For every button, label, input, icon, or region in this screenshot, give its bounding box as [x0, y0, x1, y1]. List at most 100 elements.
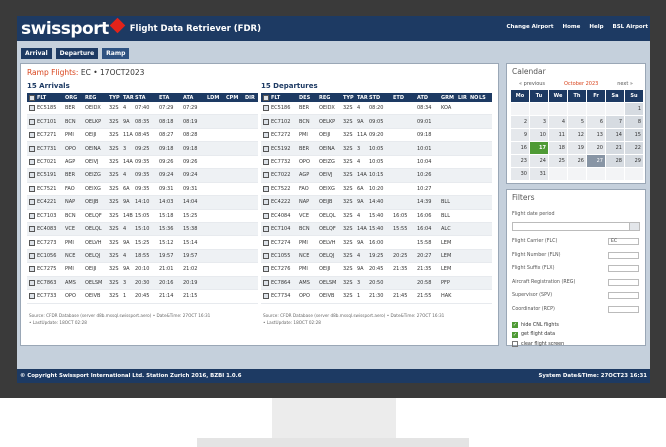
filter-input[interactable]: [608, 278, 639, 286]
nav-help[interactable]: Help: [589, 24, 603, 30]
arrival-row[interactable]: EC7273 PMI OELVH 32S 9A 15:25 15:12 15:14: [27, 236, 258, 250]
departure-plane-icon[interactable]: [263, 239, 269, 246]
nav-change-airport[interactable]: Change Airport: [506, 24, 553, 30]
departure-col-ls[interactable]: LS: [479, 95, 488, 101]
nav-airport[interactable]: BSL Airport: [613, 24, 648, 30]
arrival-row[interactable]: EC7021 AGP OEIVJ 32S 14A 09:35 09:26 09:26: [27, 156, 258, 170]
calendar-day[interactable]: 29: [625, 155, 643, 167]
departure-plane-icon[interactable]: [263, 226, 269, 233]
calendar-icon[interactable]: [629, 223, 639, 230]
filter-input[interactable]: [608, 251, 639, 259]
arrival-row[interactable]: EC7271 PMI OEIJI 32S 11A 08:45 08:27 08:28: [27, 129, 258, 143]
departure-plane-icon[interactable]: [263, 212, 269, 219]
calendar-day[interactable]: 22: [625, 142, 643, 154]
calendar-day[interactable]: 12: [568, 129, 586, 141]
filter-checkbox[interactable]: ✓ hide CNL flights: [512, 322, 559, 328]
departure-row[interactable]: EC7274 PMI OELVH 32S 9A 16:00 15:58 LEM: [261, 236, 492, 250]
departure-row[interactable]: EC4222 NAP OEIJB 32S 9A 14:40 14:39 BLL: [261, 196, 492, 210]
arrival-col-cpm[interactable]: CPM: [226, 95, 245, 101]
departure-col-typ[interactable]: TYP: [343, 95, 357, 101]
calendar-day[interactable]: 27: [587, 155, 605, 167]
calendar-day[interactable]: 5: [568, 116, 586, 128]
calendar-day[interactable]: 10: [530, 129, 548, 141]
arrival-plane-icon[interactable]: [29, 172, 35, 179]
departure-col-des[interactable]: DES: [299, 95, 319, 101]
calendar-day[interactable]: 18: [549, 142, 567, 154]
tab-ramp[interactable]: Ramp: [102, 48, 130, 59]
arrival-row[interactable]: EC7101 BCN OELKP 32S 9A 08:35 08:18 08:19: [27, 115, 258, 129]
arrival-col-sta[interactable]: STA: [135, 95, 159, 101]
departure-plane-icon[interactable]: [263, 172, 269, 179]
departure-col-etd[interactable]: ETD: [393, 95, 417, 101]
calendar-day[interactable]: 3: [530, 116, 548, 128]
calendar-day[interactable]: 11: [549, 129, 567, 141]
departure-col-tar[interactable]: TAR: [357, 95, 369, 101]
calendar-day[interactable]: 16: [511, 142, 529, 154]
calendar-day[interactable]: 8: [625, 116, 643, 128]
calendar-day[interactable]: 23: [511, 155, 529, 167]
departure-col-lir[interactable]: LIR: [458, 95, 470, 101]
arrival-plane-icon[interactable]: [29, 266, 35, 273]
departure-row[interactable]: EC5192 BER OEINA 32S 3 10:05 10:01: [261, 142, 492, 156]
departure-col-atd[interactable]: ATD: [417, 95, 441, 101]
nav-home[interactable]: Home: [563, 24, 581, 30]
departure-plane-icon[interactable]: [263, 185, 269, 192]
filter-checkbox[interactable]: clear flight screen: [512, 341, 564, 347]
arrival-plane-icon[interactable]: [29, 145, 35, 152]
arrival-row[interactable]: EC7863 AMS OELSM 32S 3 20:30 20:16 20:19: [27, 276, 258, 291]
calendar-day[interactable]: 17: [530, 142, 548, 154]
arrival-col-org[interactable]: ORG: [65, 95, 85, 101]
filter-input[interactable]: EC: [608, 238, 639, 245]
departure-row[interactable]: EC7272 PMI OEIJI 32S 11A 09:20 09:18: [261, 129, 492, 143]
calendar-day[interactable]: 13: [587, 129, 605, 141]
calendar-day[interactable]: 14: [606, 129, 624, 141]
calendar-day[interactable]: 6: [587, 116, 605, 128]
arrival-plane-icon[interactable]: [29, 239, 35, 246]
departure-plane-icon[interactable]: [263, 158, 269, 165]
arrival-plane-icon[interactable]: [29, 212, 35, 219]
arrival-col-tar[interactable]: TAR: [123, 95, 135, 101]
arrival-col-ldm[interactable]: LDM: [207, 95, 226, 101]
arrival-plane-icon[interactable]: [29, 118, 35, 125]
arrival-row[interactable]: EC4083 VCE OELQL 32S 4 15:10 15:36 15:38: [27, 222, 258, 237]
calendar-day[interactable]: 19: [568, 142, 586, 154]
arrival-row[interactable]: EC7731 OPO OEINA 32S 3 09:25 09:18 09:18: [27, 142, 258, 156]
arrival-plane-icon[interactable]: [29, 226, 35, 233]
departure-plane-icon[interactable]: [263, 253, 269, 260]
calendar-day[interactable]: 31: [530, 168, 548, 180]
departure-plane-icon[interactable]: [263, 279, 269, 286]
checkbox-icon[interactable]: ✓: [512, 322, 518, 328]
arrival-row[interactable]: EC5191 BER OEIZG 32S 4 09:35 09:24 09:24: [27, 169, 258, 183]
arrival-plane-icon[interactable]: [29, 132, 35, 139]
departure-col-no[interactable]: NO: [470, 95, 479, 101]
calendar-day[interactable]: 9: [511, 129, 529, 141]
calendar-day[interactable]: 2: [511, 116, 529, 128]
arrival-col-typ[interactable]: TYP: [109, 95, 123, 101]
calendar-day[interactable]: 26: [568, 155, 586, 167]
departure-row[interactable]: EC7734 OPO OEIVB 32S 1 21:30 21:45 21:55 HAK: [261, 290, 492, 304]
arrival-plane-icon[interactable]: [29, 279, 35, 286]
arrival-plane-icon[interactable]: [29, 105, 35, 112]
departure-row[interactable]: EC7732 OPO OEIZG 32S 4 10:05 10:04: [261, 156, 492, 170]
calendar-day[interactable]: 28: [606, 155, 624, 167]
calendar-prev[interactable]: « previous: [519, 81, 545, 87]
checkbox-icon[interactable]: ✓: [512, 331, 518, 338]
departure-row[interactable]: EC4084 VCE OELQL 32S 4 15:40 16:05 16:06 BLL: [261, 210, 492, 223]
departure-plane-icon[interactable]: [263, 199, 269, 206]
arrival-row[interactable]: EC1056 NCE OELQJ 32S 4 18:55 19:57 19:57: [27, 249, 258, 264]
filter-input[interactable]: [608, 305, 639, 313]
arrival-col-eta[interactable]: ETA: [159, 95, 183, 101]
departure-col-std[interactable]: STD: [369, 95, 393, 101]
arrival-plane-icon[interactable]: [29, 253, 35, 260]
calendar-day[interactable]: 1: [625, 103, 643, 115]
departure-plane-icon[interactable]: [263, 293, 269, 300]
arrival-col-dir[interactable]: DIR: [245, 95, 260, 101]
calendar-day[interactable]: 20: [587, 142, 605, 154]
departure-row[interactable]: EC7522 FAO OEIXG 32S 6A 10:20 10:27: [261, 183, 492, 197]
calendar-day[interactable]: 15: [625, 129, 643, 141]
date-range-input[interactable]: [512, 222, 640, 231]
arrival-row[interactable]: EC7103 BCN OELQF 32S 14B 15:05 15:18 15:25: [27, 210, 258, 223]
arrival-row[interactable]: EC7733 OPO OEIVB 32S 1 20:45 21:14 21:15: [27, 290, 258, 304]
arrival-plane-icon[interactable]: [29, 199, 35, 206]
checkbox-icon[interactable]: [512, 341, 518, 347]
